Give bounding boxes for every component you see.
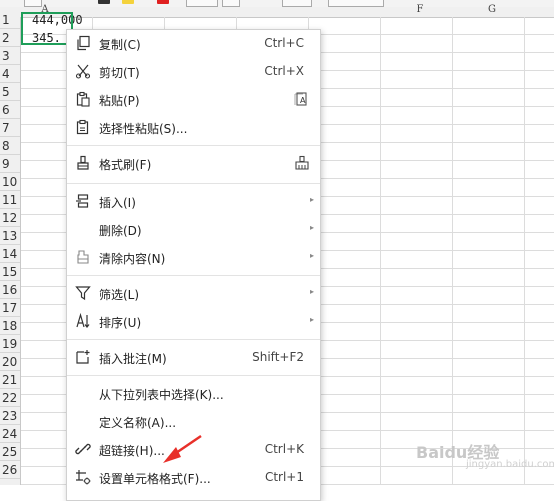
watermark-sub: jingyan.baidu.com	[466, 459, 554, 470]
annotation-arrow-icon	[163, 434, 202, 463]
baidu-watermark: Baidu经验 jingyan.baidu.com	[416, 431, 554, 485]
